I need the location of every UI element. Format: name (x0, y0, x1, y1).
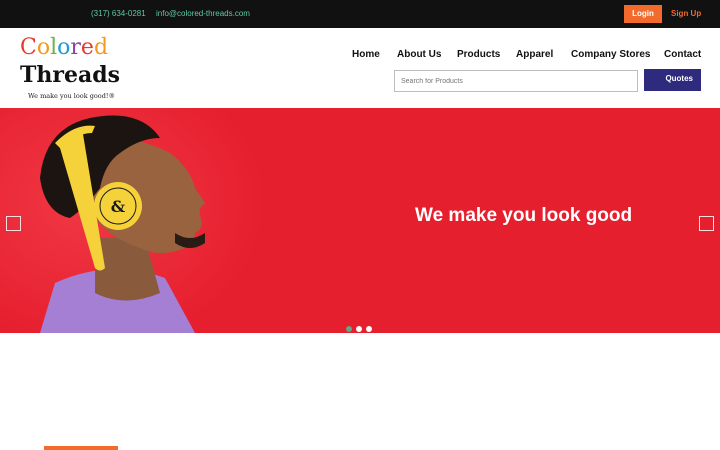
svg-text:&: & (111, 197, 126, 216)
logo-tagline: We make you look good!® (28, 92, 115, 100)
email-link[interactable]: info@colored-threads.com (156, 9, 250, 18)
hero-banner: & We make you look good (0, 108, 720, 333)
search-input[interactable] (394, 70, 638, 92)
signup-link[interactable]: Sign Up (671, 9, 701, 18)
carousel-dot-3[interactable] (366, 326, 372, 332)
nav-contact[interactable]: Contact (664, 49, 701, 60)
logo-line-threads: Threads (20, 62, 120, 88)
carousel-dots (346, 319, 376, 333)
nav-apparel[interactable]: Apparel (516, 49, 553, 60)
nav-home[interactable]: Home (352, 49, 380, 60)
nav-company-stores[interactable]: Company Stores (571, 49, 650, 60)
quotes-button[interactable]: Quotes (644, 69, 701, 91)
carousel-dot-2[interactable] (356, 326, 362, 332)
site-logo[interactable]: Colored Threads We make you look good!® (18, 35, 120, 103)
nav-products[interactable]: Products (457, 49, 500, 60)
section-accent-bar (44, 446, 118, 450)
carousel-prev-button[interactable] (6, 216, 21, 231)
hero-headline: We make you look good (415, 205, 633, 226)
site-header: Colored Threads We make you look good!® … (0, 28, 720, 108)
logo-line-colored: Colored (20, 35, 109, 60)
login-button[interactable]: Login (624, 5, 662, 23)
nav-about-us[interactable]: About Us (397, 49, 441, 60)
carousel-dot-1[interactable] (346, 326, 352, 332)
phone-link[interactable]: (317) 634-0281 (91, 9, 146, 18)
carousel-next-button[interactable] (699, 216, 714, 231)
hero-model-image: & (40, 115, 205, 333)
top-bar: (317) 634-0281 info@colored-threads.com … (0, 0, 720, 28)
